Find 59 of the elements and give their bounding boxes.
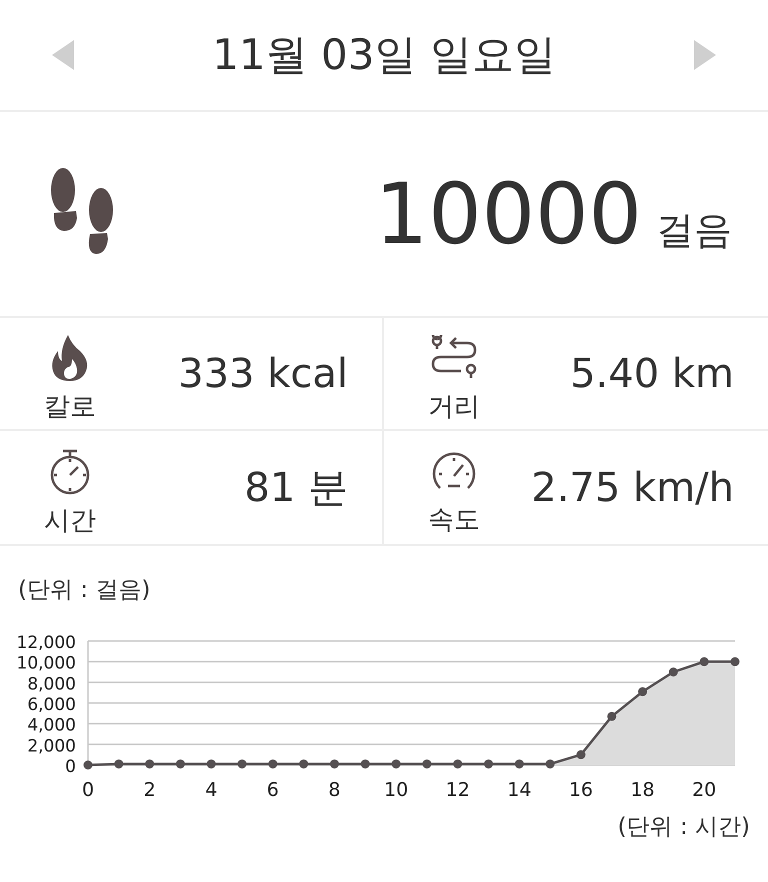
- left-triangle-icon: [52, 40, 74, 70]
- y-unit-label: (단위 : 걸음): [18, 576, 152, 605]
- data-point: [268, 759, 278, 768]
- data-point: [484, 759, 494, 768]
- data-point: [145, 759, 154, 768]
- x-tick-label: 12: [446, 779, 470, 799]
- right-triangle-icon: [694, 40, 716, 70]
- stat-value: 333 kcal: [178, 350, 348, 396]
- data-point: [238, 759, 247, 768]
- data-point: [206, 759, 216, 768]
- data-point: [422, 759, 432, 768]
- x-tick-label: 6: [266, 779, 279, 799]
- stat-value: 5.40 km: [570, 350, 734, 396]
- data-point: [514, 759, 524, 768]
- data-point: [392, 759, 401, 768]
- x-tick-label: 18: [630, 779, 655, 799]
- data-point: [299, 759, 308, 768]
- data-point: [638, 687, 648, 696]
- data-point: [668, 668, 678, 676]
- data-point: [176, 759, 185, 768]
- stat-label: 속도: [428, 504, 480, 537]
- y-tick-label: 2,000: [27, 736, 76, 756]
- x-tick-label: 14: [507, 779, 532, 799]
- flame-icon: [50, 335, 90, 381]
- x-tick-label: 0: [82, 779, 94, 799]
- date-title: 11월 03일 일요일: [212, 29, 556, 81]
- next-button[interactable]: [694, 40, 716, 70]
- stat-label: 시간: [44, 505, 96, 538]
- x-tick-label: 16: [568, 779, 594, 799]
- data-point: [576, 750, 586, 760]
- stat-label: 칼로: [44, 391, 96, 424]
- data-point: [607, 712, 616, 721]
- x-tick-label: 20: [692, 779, 716, 799]
- y-tick-label: 4,000: [27, 716, 76, 736]
- x-tick-label: 10: [384, 779, 408, 799]
- x-tick-label: 2: [144, 779, 156, 799]
- step-unit: 걸음: [656, 207, 732, 254]
- step-count: 10000: [374, 165, 642, 263]
- x-tick-label: 4: [205, 779, 218, 799]
- data-point: [546, 759, 555, 768]
- stat-value: 2.75 km/h: [531, 464, 734, 510]
- data-point: [360, 759, 370, 768]
- y-tick-label: 6,000: [27, 695, 76, 715]
- data-point: [330, 759, 339, 768]
- route-icon: [431, 335, 477, 381]
- stat-label: 거리: [428, 391, 480, 424]
- stat-value: 81 분: [244, 464, 348, 513]
- data-point: [84, 760, 92, 770]
- x-unit-label: (단위 : 시간): [616, 813, 750, 842]
- y-tick-label: 0: [65, 757, 76, 777]
- y-tick-label: 8,000: [27, 674, 76, 694]
- data-point: [700, 657, 709, 666]
- y-tick-label: 10,000: [16, 654, 76, 674]
- data-point: [730, 657, 740, 666]
- previous-button[interactable]: [52, 40, 74, 70]
- y-tick-label: 12,000: [16, 633, 76, 653]
- data-point: [453, 759, 462, 768]
- data-point: [114, 759, 124, 768]
- x-tick-label: 8: [328, 779, 341, 799]
